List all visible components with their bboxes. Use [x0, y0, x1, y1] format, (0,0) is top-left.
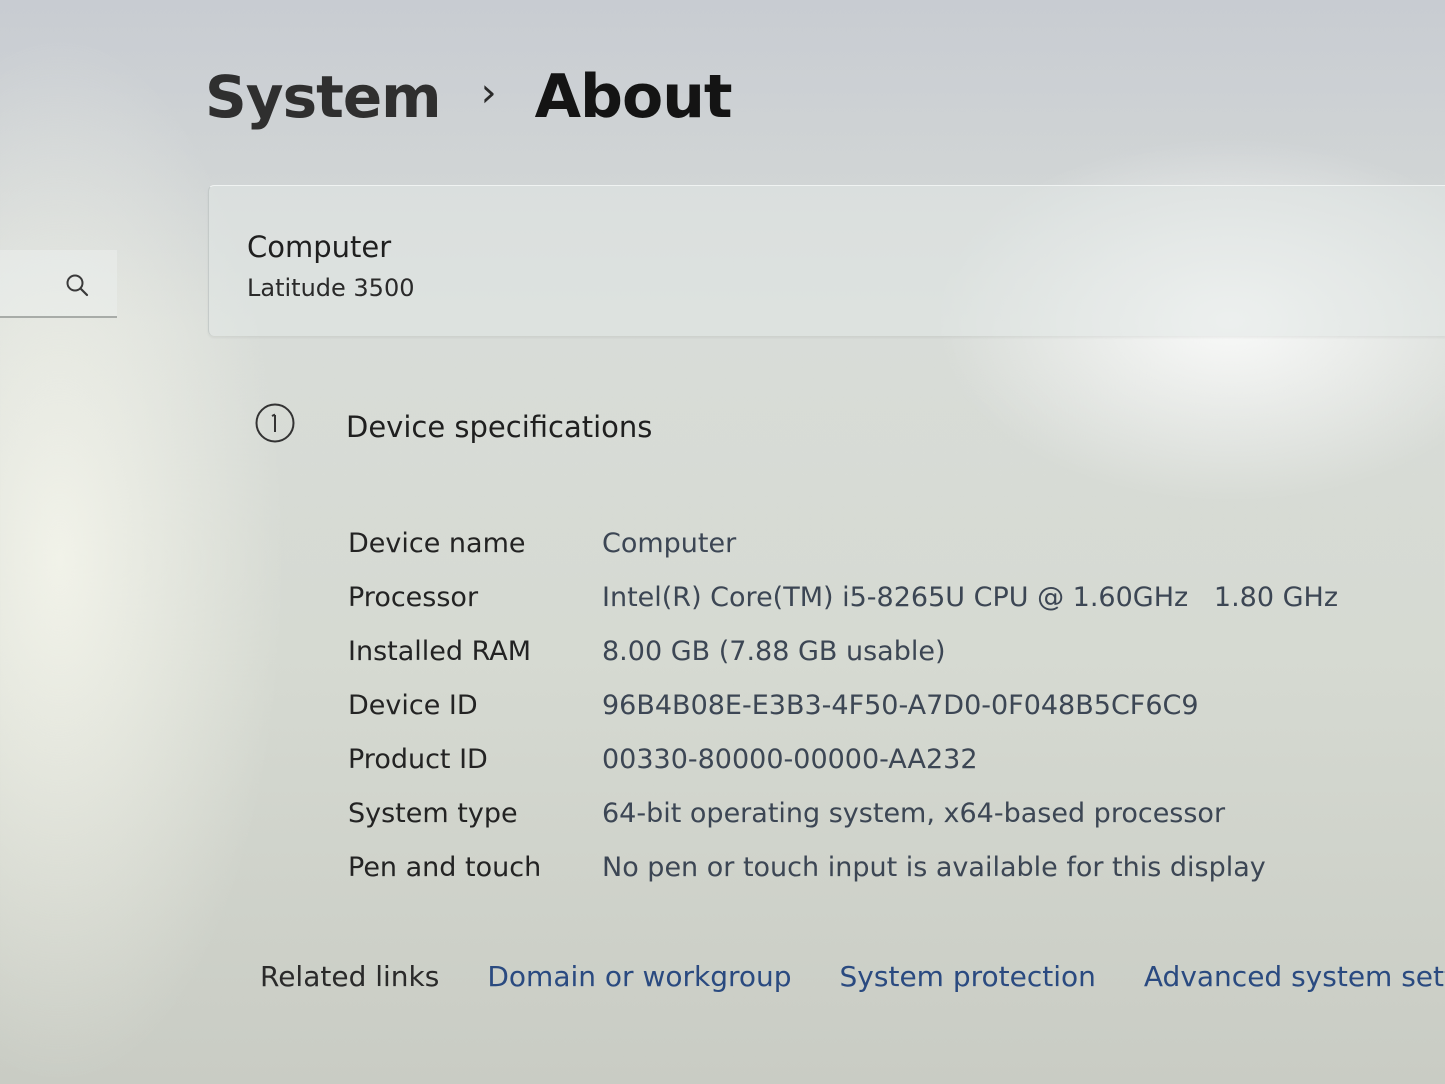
- device-specifications-title: Device specifications: [346, 410, 653, 444]
- spec-label: Product ID: [348, 744, 488, 775]
- link-advanced-system-settings[interactable]: Advanced system settings: [1144, 960, 1445, 993]
- related-links-label: Related links: [260, 960, 440, 993]
- breadcrumb: System › About: [205, 62, 733, 132]
- spec-row-pen-and-touch: Pen and touch No pen or touch input is a…: [348, 852, 1438, 892]
- device-specifications-header[interactable]: Device specifications: [208, 360, 1445, 490]
- spec-row-system-type: System type 64-bit operating system, x64…: [348, 798, 1438, 838]
- search-input[interactable]: [0, 250, 117, 318]
- spec-label: Device ID: [348, 690, 478, 721]
- spec-label: System type: [348, 798, 518, 829]
- search-icon[interactable]: [64, 272, 90, 298]
- spec-label: Processor: [348, 582, 479, 613]
- computer-card[interactable]: Computer Latitude 3500: [208, 185, 1445, 336]
- link-system-protection[interactable]: System protection: [840, 960, 1096, 993]
- spec-row-installed-ram: Installed RAM 8.00 GB (7.88 GB usable): [348, 636, 1438, 676]
- spec-label: Device name: [348, 528, 526, 559]
- spec-value: No pen or touch input is available for t…: [602, 852, 1266, 883]
- spec-label: Pen and touch: [348, 852, 542, 883]
- page-title: About: [534, 62, 733, 132]
- spec-row-processor: Processor Intel(R) Core(TM) i5-8265U CPU…: [348, 582, 1438, 622]
- spec-row-device-id: Device ID 96B4B08E-E3B3-4F50-A7D0-0F048B…: [348, 690, 1438, 730]
- info-icon: [255, 403, 295, 443]
- spec-value: Intel(R) Core(TM) i5-8265U CPU @ 1.60GHz…: [602, 582, 1339, 613]
- spec-value: 00330-80000-00000-AA232: [602, 744, 978, 775]
- related-links: Related links Domain or workgroup System…: [260, 960, 1445, 993]
- computer-model: Latitude 3500: [247, 274, 415, 302]
- spec-value: 8.00 GB (7.88 GB usable): [602, 636, 946, 667]
- spec-value: 64-bit operating system, x64-based proce…: [602, 798, 1226, 829]
- breadcrumb-system[interactable]: System: [205, 63, 442, 131]
- spec-value: Computer: [602, 528, 737, 559]
- spec-value: 96B4B08E-E3B3-4F50-A7D0-0F048B5CF6C9: [602, 690, 1199, 721]
- spec-row-device-name: Device name Computer: [348, 528, 1438, 568]
- computer-title: Computer: [247, 230, 392, 264]
- spec-row-product-id: Product ID 00330-80000-00000-AA232: [348, 744, 1438, 784]
- link-domain-or-workgroup[interactable]: Domain or workgroup: [487, 960, 791, 993]
- breadcrumb-separator: ›: [480, 70, 497, 116]
- spec-label: Installed RAM: [348, 636, 532, 667]
